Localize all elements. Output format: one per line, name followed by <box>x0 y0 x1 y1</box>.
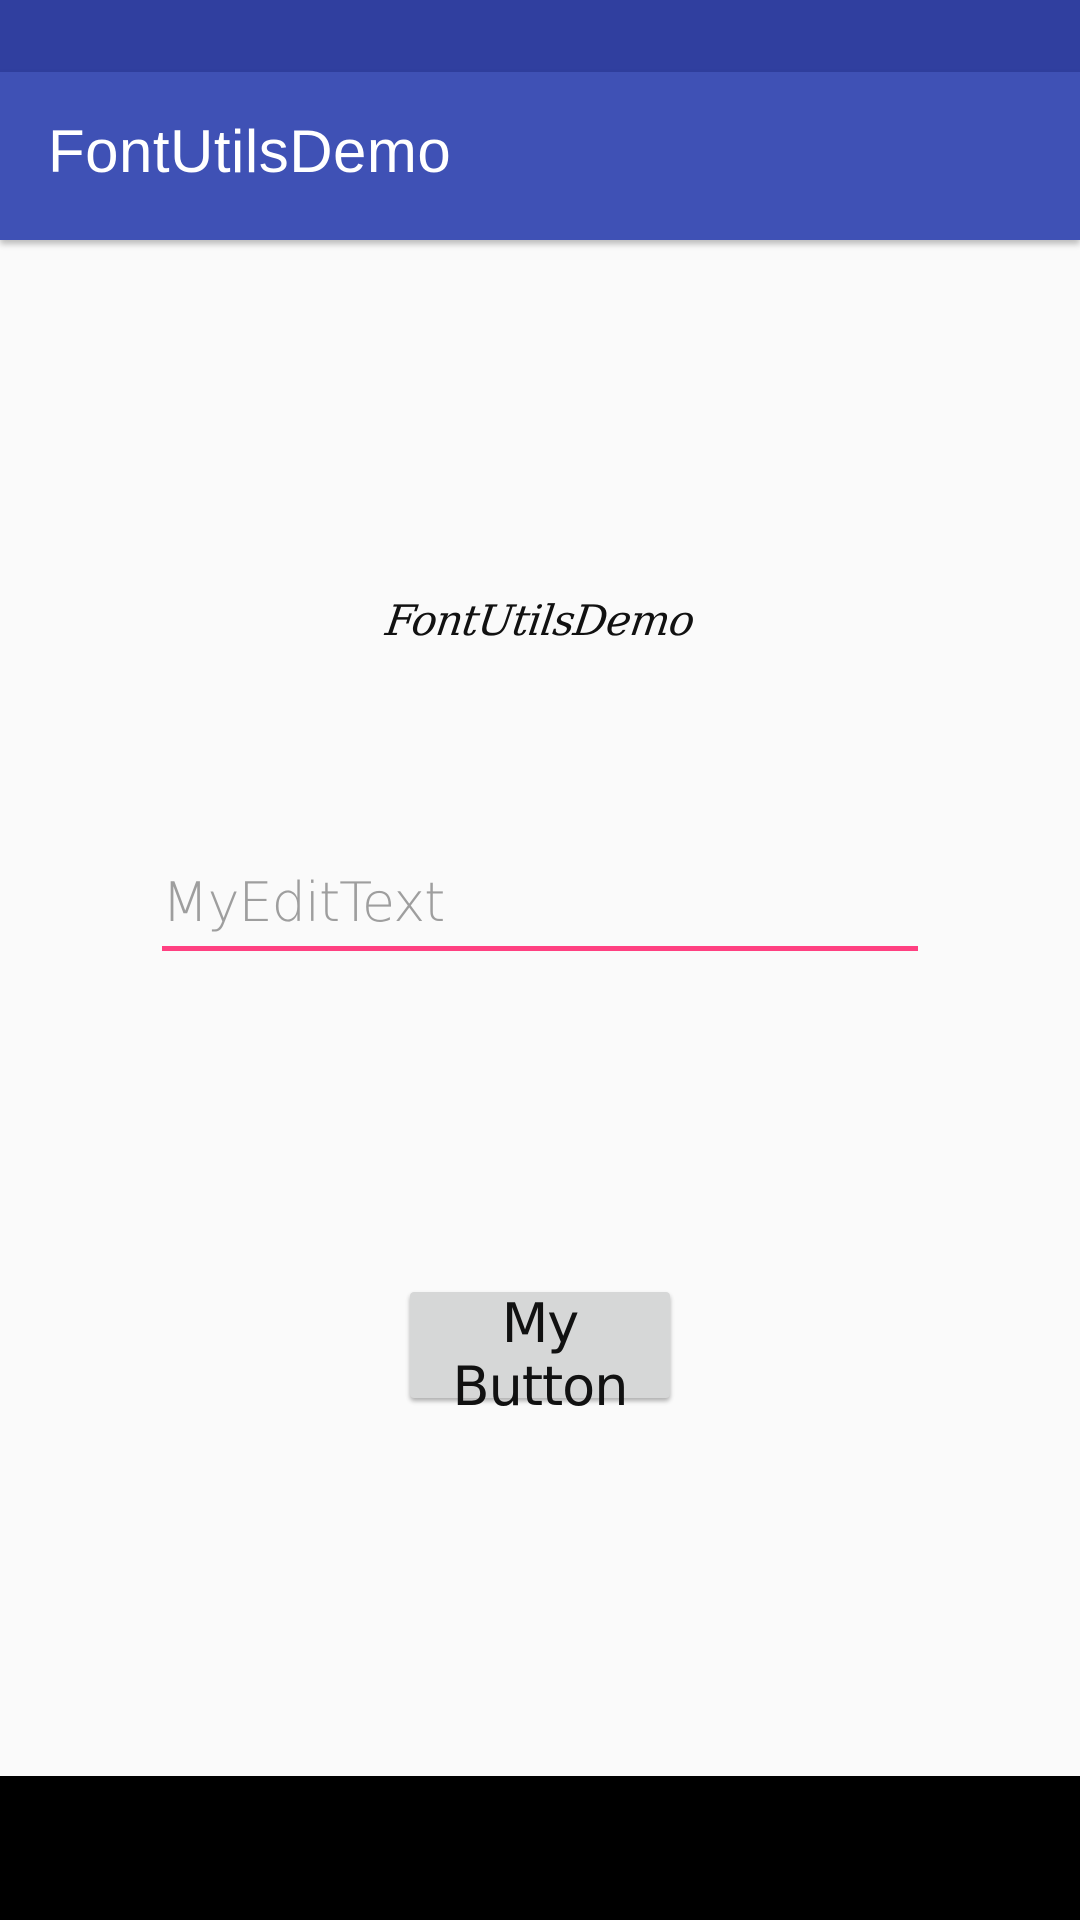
app-title: FontUtilsDemo <box>48 118 452 185</box>
main-content: FontUtilsDemo My Button <box>0 240 1080 1776</box>
navigation-bar <box>0 1776 1080 1920</box>
edit-text-underline <box>162 946 918 951</box>
my-button[interactable]: My Button <box>410 1292 670 1418</box>
app-screen: FontUtilsDemo FontUtilsDemo My Button <box>0 0 1080 1920</box>
edit-text-field[interactable] <box>162 860 918 952</box>
script-font-text: FontUtilsDemo <box>382 596 698 645</box>
status-bar <box>0 0 1080 72</box>
app-bar: FontUtilsDemo <box>0 72 1080 240</box>
my-edit-text-input[interactable] <box>162 860 918 944</box>
